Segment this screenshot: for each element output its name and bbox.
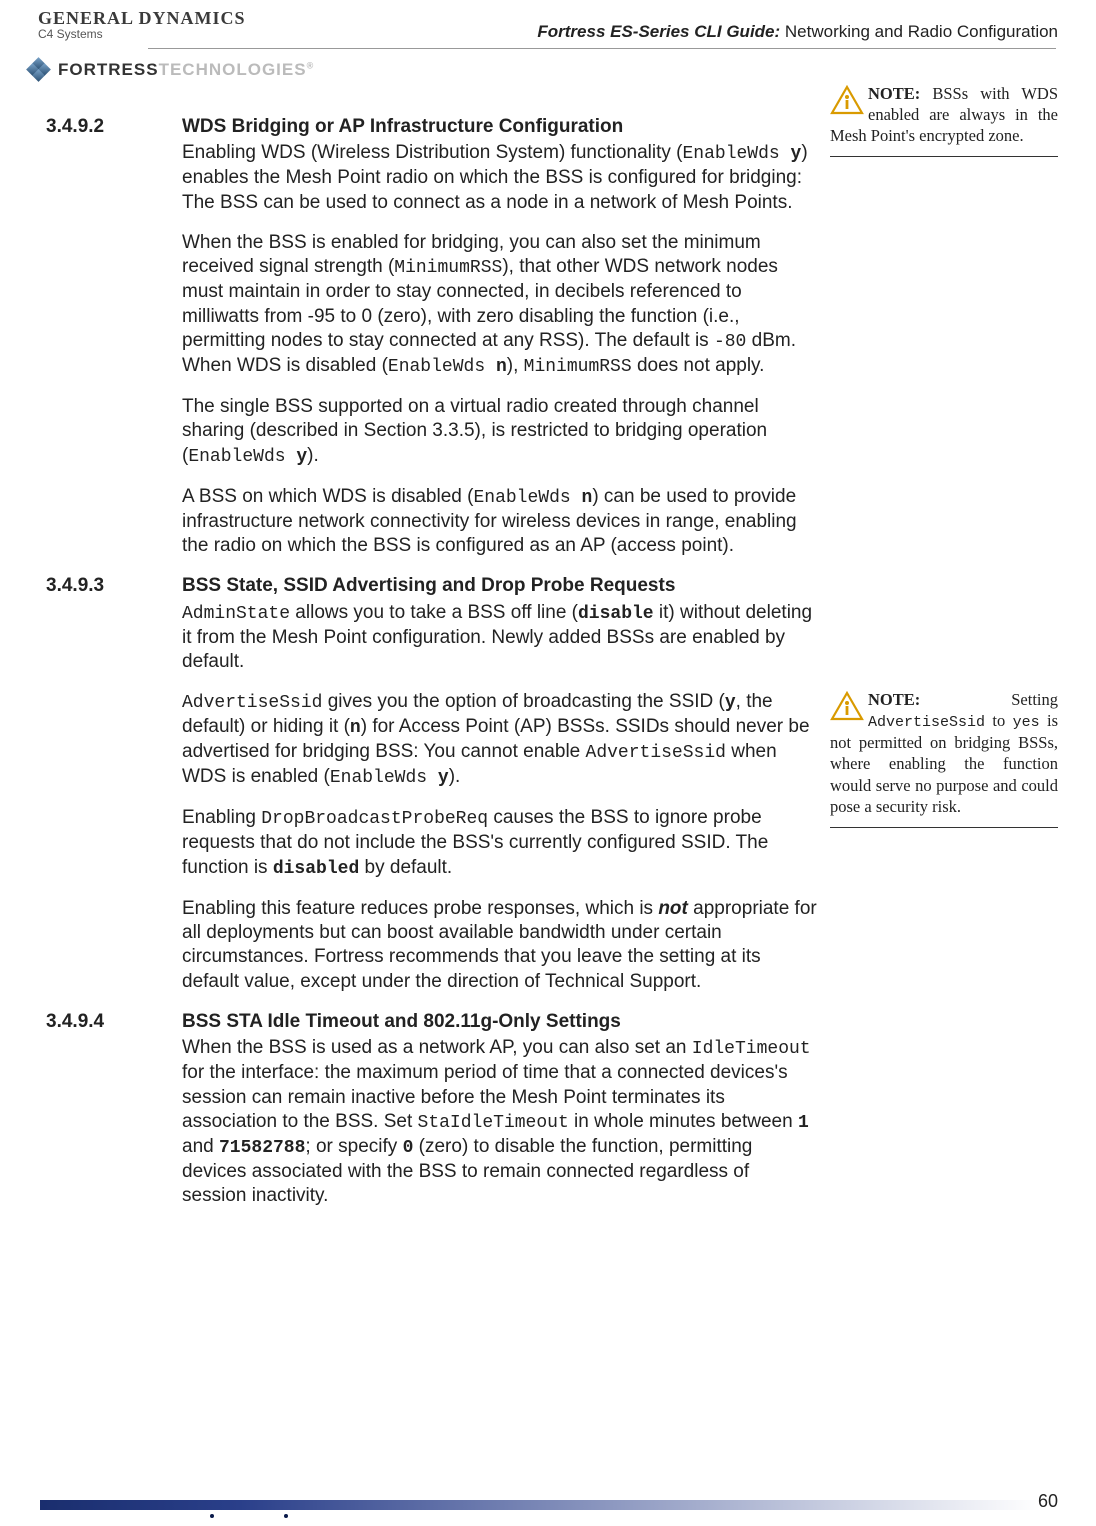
note2-yes: yes bbox=[1013, 714, 1040, 731]
sidenote-rule bbox=[830, 827, 1058, 828]
info-triangle-icon bbox=[830, 691, 864, 721]
fortress-name: FORTRESSTECHNOLOGIES® bbox=[58, 60, 314, 80]
section-heading: BSS STA Idle Timeout and 802.11g-Only Se… bbox=[182, 1010, 818, 1034]
sidenote-rule bbox=[830, 156, 1058, 157]
section-content: WDS Bridging or AP Infrastructure Config… bbox=[182, 115, 818, 574]
footer-bar bbox=[40, 1500, 1040, 1510]
paragraph: Enabling this feature reduces probe resp… bbox=[182, 897, 818, 994]
page-header: GENERAL DYNAMICS C4 Systems Fortress ES-… bbox=[0, 0, 1096, 42]
brand-line1: GENERAL DYNAMICS bbox=[38, 8, 246, 29]
reg-mark: ® bbox=[307, 60, 315, 70]
note2-to: to bbox=[985, 711, 1013, 730]
note2-label: NOTE: bbox=[868, 690, 920, 709]
section-content: BSS STA Idle Timeout and 802.11g-Only Se… bbox=[182, 1010, 818, 1225]
page-number: 60 bbox=[1038, 1491, 1058, 1512]
section-row: 3.4.9.4 BSS STA Idle Timeout and 802.11g… bbox=[46, 1010, 1058, 1225]
section-number: 3.4.9.2 bbox=[46, 115, 182, 574]
header-rule bbox=[148, 48, 1056, 49]
note2-mono: AdvertiseSsid bbox=[868, 714, 985, 731]
section-row: 3.4.9.2 WDS Bridging or AP Infrastructur… bbox=[46, 115, 1058, 574]
paragraph: Enabling DropBroadcastProbeReq causes th… bbox=[182, 806, 818, 880]
note2-setting: Setting bbox=[1011, 689, 1058, 710]
section-number: 3.4.9.4 bbox=[46, 1010, 182, 1225]
paragraph: AdminState allows you to take a BSS off … bbox=[182, 601, 818, 675]
sidenote-1: NOTE: BSSs with WDS enabled are always i… bbox=[830, 83, 1058, 157]
doc-title: Fortress ES-Series CLI Guide: Networking… bbox=[537, 22, 1058, 42]
section-content: BSS State, SSID Advertising and Drop Pro… bbox=[182, 574, 818, 1010]
paragraph: Enabling WDS (Wireless Distribution Syst… bbox=[182, 141, 818, 215]
sidenote-2: NOTE: Setting AdvertiseSsid to yes is no… bbox=[830, 689, 1058, 828]
doc-title-bold: Fortress ES-Series CLI Guide: bbox=[537, 22, 780, 41]
note1-text: BSSs with WDS enabled are always in the … bbox=[830, 84, 1058, 145]
info-triangle-icon bbox=[830, 85, 864, 115]
brand-line2: C4 Systems bbox=[38, 27, 246, 41]
paragraph: AdvertiseSsid gives you the option of br… bbox=[182, 690, 818, 790]
fortress-logo-line: FORTRESSTECHNOLOGIES® bbox=[0, 59, 1096, 81]
paragraph: When the BSS is used as a network AP, yo… bbox=[182, 1036, 818, 1208]
paragraph: A BSS on which WDS is disabled (EnableWd… bbox=[182, 485, 818, 559]
note1-label: NOTE: bbox=[868, 84, 920, 103]
footer-dots bbox=[210, 1514, 288, 1518]
page-body: NOTE: BSSs with WDS enabled are always i… bbox=[0, 81, 1096, 1225]
tech-word: TECHNOLOGIES bbox=[159, 60, 307, 79]
doc-title-rest: Networking and Radio Configuration bbox=[780, 22, 1058, 41]
section-number: 3.4.9.3 bbox=[46, 574, 182, 1010]
section-heading: BSS State, SSID Advertising and Drop Pro… bbox=[182, 574, 818, 598]
diamond-icon bbox=[28, 59, 50, 81]
brand-logo: GENERAL DYNAMICS C4 Systems bbox=[38, 8, 246, 41]
fortress-word: FORTRESS bbox=[58, 60, 159, 79]
section-heading: WDS Bridging or AP Infrastructure Config… bbox=[182, 115, 818, 139]
paragraph: The single BSS supported on a virtual ra… bbox=[182, 395, 818, 469]
paragraph: When the BSS is enabled for bridging, yo… bbox=[182, 231, 818, 379]
